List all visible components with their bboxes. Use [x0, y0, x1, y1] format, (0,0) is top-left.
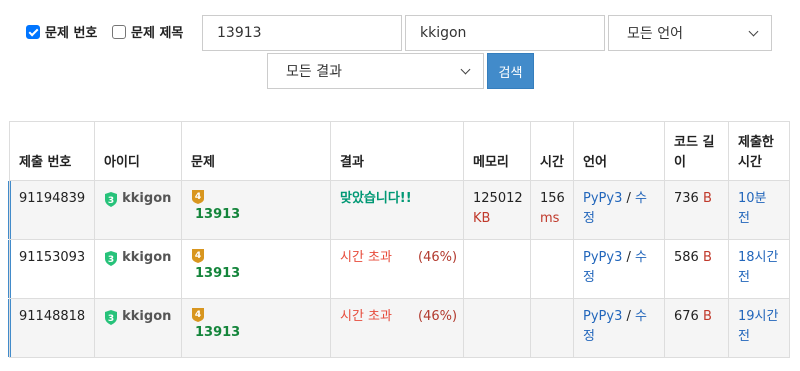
- problem-link[interactable]: 13913: [191, 207, 240, 222]
- problem-cell: 4 13913: [181, 240, 330, 298]
- problem-tier-icon: 4: [192, 190, 204, 204]
- chevron-down-icon: [460, 64, 471, 74]
- memory-cell: 125012 KB: [463, 181, 530, 239]
- time-value: 156: [540, 191, 565, 206]
- problem-number-checkbox[interactable]: [26, 24, 40, 39]
- language-select-value: 모든 언어: [627, 26, 683, 42]
- table-row: 91153093 3 kkigon 4 13913 시간 초과 (46%) PyP…: [8, 240, 790, 299]
- problem-title-checkbox-group[interactable]: 문제 제목: [112, 22, 183, 41]
- user-cell: 3 kkigon: [94, 181, 181, 239]
- submitted-time-cell: 19시간 전: [728, 299, 790, 357]
- problem-link[interactable]: 13913: [191, 325, 240, 340]
- svg-text:3: 3: [108, 196, 114, 206]
- memory-cell: [463, 299, 530, 357]
- result-cell: 시간 초과 (46%): [330, 299, 463, 357]
- header-submitted-at: 제출한 시간: [728, 122, 790, 180]
- submitted-time-cell: 10분 전: [728, 181, 790, 239]
- code-length-value: 676: [674, 309, 699, 324]
- submitted-time-link[interactable]: 18시간 전: [738, 250, 778, 285]
- time-unit: ms: [540, 211, 560, 226]
- problem-number-checkbox-group[interactable]: 문제 번호: [26, 22, 97, 41]
- language-link[interactable]: PyPy3: [583, 191, 622, 206]
- user-tier-icon: 3: [105, 191, 117, 207]
- problem-id-input[interactable]: 13913: [202, 15, 402, 51]
- language-link[interactable]: PyPy3: [583, 309, 622, 324]
- user-cell: 3 kkigon: [94, 240, 181, 298]
- user-link[interactable]: kkigon: [122, 309, 171, 324]
- result-text: 시간 초과: [340, 309, 392, 324]
- problem-tier-icon: 4: [192, 249, 204, 263]
- problem-link[interactable]: 13913: [191, 266, 240, 281]
- result-text: 시간 초과: [340, 250, 392, 265]
- user-tier-icon: 3: [105, 309, 117, 325]
- header-result: 결과: [330, 122, 463, 180]
- problem-tier-icon: 4: [192, 308, 204, 322]
- memory-value: 125012: [473, 191, 523, 206]
- problem-cell: 4 13913: [181, 181, 330, 239]
- language-select[interactable]: 모든 언어: [608, 15, 772, 51]
- submitted-time-link[interactable]: 19시간 전: [738, 309, 778, 344]
- header-time: 시간: [530, 122, 573, 180]
- user-id-input[interactable]: kkigon: [405, 15, 605, 51]
- result-percent: (46%): [418, 309, 458, 324]
- search-button[interactable]: 검색: [487, 53, 534, 89]
- header-submission-id: 제출 번호: [9, 122, 94, 180]
- problem-title-checkbox[interactable]: [112, 24, 126, 39]
- table-header: 제출 번호 아이디 문제 결과 메모리 시간 언어 코드 길이 제출한 시간: [9, 121, 790, 181]
- time-cell: [530, 299, 573, 357]
- problem-title-label: 문제 제목: [131, 26, 184, 41]
- result-text: 맞았습니다!!: [340, 191, 412, 206]
- result-select[interactable]: 모든 결과: [267, 53, 484, 89]
- code-length-unit: B: [702, 191, 712, 206]
- user-cell: 3 kkigon: [94, 299, 181, 357]
- problem-id-value: 13913: [217, 25, 262, 41]
- submitted-time-link[interactable]: 10분 전: [738, 191, 767, 226]
- header-language: 언어: [573, 122, 664, 180]
- time-cell: 156 ms: [530, 181, 573, 239]
- language-link[interactable]: PyPy3: [583, 250, 622, 265]
- result-select-value: 모든 결과: [286, 64, 342, 80]
- result-cell: 시간 초과 (46%): [330, 240, 463, 298]
- submission-id: 91194839: [9, 181, 94, 239]
- table-row: 91148818 3 kkigon 4 13913 시간 초과 (46%) PyP…: [8, 299, 790, 358]
- header-code-length: 코드 길이: [664, 122, 728, 180]
- chevron-down-icon: [748, 26, 759, 36]
- user-tier-icon: 3: [105, 250, 117, 266]
- code-length-cell: 586 B: [664, 240, 728, 298]
- header-problem: 문제: [181, 122, 330, 180]
- code-length-cell: 676 B: [664, 299, 728, 357]
- result-cell: 맞았습니다!!: [330, 181, 463, 239]
- code-length-value: 586: [674, 250, 699, 265]
- table-row: 91194839 3 kkigon 4 13913 맞았습니다!! 125012…: [8, 181, 790, 240]
- language-cell: PyPy3 / 수정: [573, 181, 664, 239]
- language-cell: PyPy3 / 수정: [573, 299, 664, 357]
- memory-cell: [463, 240, 530, 298]
- code-length-cell: 736 B: [664, 181, 728, 239]
- svg-text:3: 3: [108, 314, 114, 324]
- time-cell: [530, 240, 573, 298]
- problem-cell: 4 13913: [181, 299, 330, 357]
- header-user-id: 아이디: [94, 122, 181, 180]
- svg-text:3: 3: [108, 255, 114, 265]
- problem-number-label: 문제 번호: [45, 26, 98, 41]
- language-cell: PyPy3 / 수정: [573, 240, 664, 298]
- submitted-time-cell: 18시간 전: [728, 240, 790, 298]
- svg-text:4: 4: [195, 251, 201, 261]
- memory-unit: KB: [473, 211, 491, 226]
- user-link[interactable]: kkigon: [122, 191, 171, 206]
- result-percent: (46%): [418, 250, 458, 265]
- svg-text:4: 4: [195, 192, 201, 202]
- submission-id: 91148818: [9, 299, 94, 357]
- code-length-unit: B: [702, 309, 712, 324]
- submission-id: 91153093: [9, 240, 94, 298]
- user-id-value: kkigon: [420, 25, 467, 41]
- svg-text:4: 4: [195, 310, 201, 320]
- code-length-value: 736: [674, 191, 699, 206]
- code-length-unit: B: [702, 250, 712, 265]
- user-link[interactable]: kkigon: [122, 250, 171, 265]
- header-memory: 메모리: [463, 122, 530, 180]
